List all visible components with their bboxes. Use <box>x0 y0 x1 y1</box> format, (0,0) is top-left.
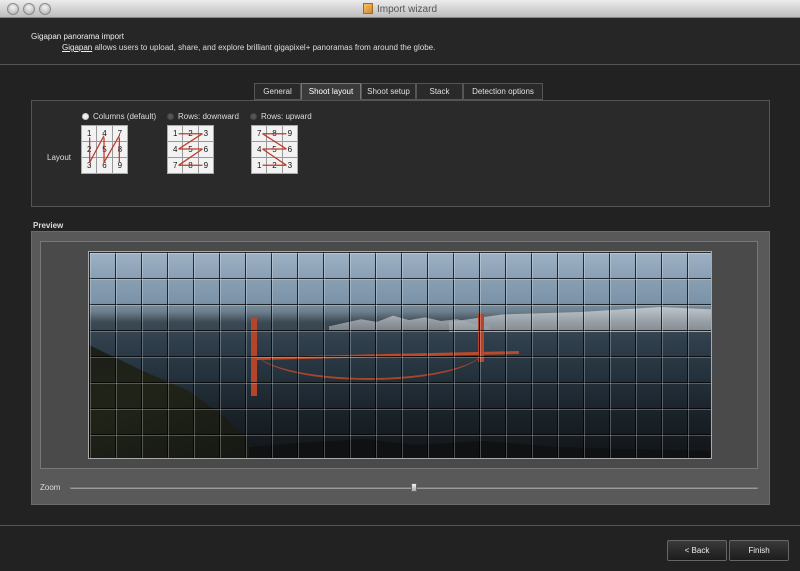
back-button[interactable]: < Back <box>667 540 727 561</box>
columns-layout-diagram[interactable]: 1 4 7 2 5 8 3 6 9 <box>81 125 128 174</box>
footer-divider <box>0 525 800 526</box>
gigapan-link[interactable]: Gigapan <box>62 43 92 52</box>
rows-downward-layout-diagram[interactable]: 1 2 3 4 5 6 7 8 9 <box>167 125 214 174</box>
zoom-label: Zoom <box>40 483 61 492</box>
header-description: Gigapan allows users to upload, share, a… <box>62 43 435 52</box>
window-titlebar: Import wizard <box>0 0 800 18</box>
tab-detection-options[interactable]: Detection options <box>463 83 543 100</box>
row-down-order-arrows-icon <box>178 133 203 166</box>
tab-general[interactable]: General <box>254 83 301 100</box>
radio-label: Rows: upward <box>261 112 312 121</box>
radio-dot-icon <box>167 113 174 120</box>
rows-upward-layout-diagram[interactable]: 7 8 9 4 5 6 1 2 3 <box>251 125 298 174</box>
tab-shoot-layout[interactable]: Shoot layout <box>301 83 361 100</box>
header-divider <box>0 64 800 65</box>
radio-label: Columns (default) <box>93 112 157 121</box>
window-title: Import wizard <box>0 3 800 15</box>
preview-label: Preview <box>33 221 64 230</box>
window-title-text: Import wizard <box>376 4 437 15</box>
radio-label: Rows: downward <box>178 112 239 121</box>
panorama-preview-image[interactable] <box>88 251 712 459</box>
radio-rows-upward[interactable]: Rows: upward <box>250 112 312 121</box>
radio-rows-downward[interactable]: Rows: downward <box>167 112 239 121</box>
document-icon <box>362 3 373 14</box>
radio-dot-icon <box>82 113 89 120</box>
row-up-order-arrows-icon <box>262 133 287 166</box>
column-order-arrows-icon <box>89 135 120 163</box>
layout-label: Layout <box>47 153 72 162</box>
radio-columns-default[interactable]: Columns (default) <box>82 112 156 121</box>
wizard-header: Gigapan panorama import Gigapan allows u… <box>0 18 800 64</box>
tab-stack[interactable]: Stack <box>416 83 463 100</box>
finish-button[interactable]: Finish <box>729 540 789 561</box>
radio-dot-icon <box>250 113 257 120</box>
header-title: Gigapan panorama import <box>31 32 124 41</box>
tab-shoot-setup[interactable]: Shoot setup <box>361 83 416 100</box>
tile-grid-highlight <box>90 253 711 458</box>
header-description-text: allows users to upload, share, and explo… <box>92 43 436 52</box>
zoom-slider-thumb[interactable] <box>411 483 417 492</box>
